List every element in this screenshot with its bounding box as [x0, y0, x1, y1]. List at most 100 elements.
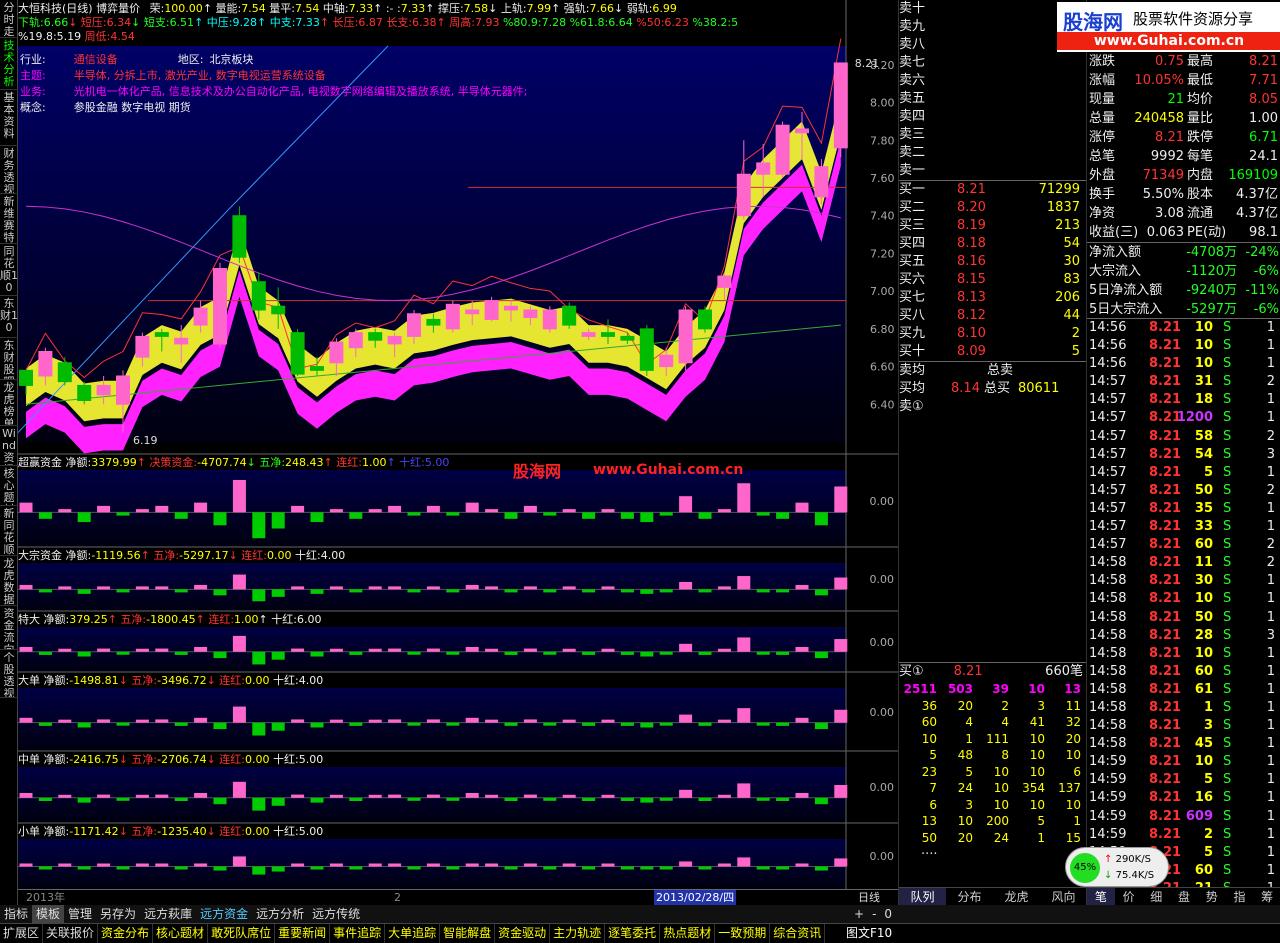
flow-bar	[523, 648, 537, 652]
buy-level-5[interactable]: 买五 8.16 30	[899, 253, 1086, 271]
buy-level-4[interactable]: 买四 8.18 54	[899, 235, 1086, 253]
quote-tab-0[interactable]: 笔	[1087, 888, 1115, 905]
flow-bar	[135, 509, 149, 513]
sell-level-6[interactable]: 卖六	[899, 72, 1086, 90]
sell-level-3[interactable]: 卖三	[899, 126, 1086, 144]
quote-tab-6[interactable]: 筹	[1253, 888, 1280, 905]
chart-tab-3[interactable]: 另存为	[96, 905, 140, 923]
buy-level-3[interactable]: 买三 8.19 213	[899, 217, 1086, 235]
flow-bar	[38, 722, 52, 726]
flow-bar	[543, 651, 557, 655]
panel5-item-5: 0.00	[245, 825, 270, 838]
bottom-link-8[interactable]: 智能解盘	[440, 924, 496, 943]
candle-body	[348, 332, 363, 349]
bottom-link-4[interactable]: 敢死队席位	[208, 924, 276, 943]
bottom-link-10[interactable]: 主力轨迹	[550, 924, 606, 943]
chart-control-0[interactable]: +	[850, 905, 868, 923]
quote-tab-5[interactable]: 指	[1225, 888, 1254, 905]
timeline[interactable]: 2013年 2 2013/02/28/四 日线	[18, 889, 898, 905]
left-tab-0[interactable]: 分时走势	[0, 0, 18, 38]
left-tab-13[interactable]: 资金流向	[0, 606, 18, 650]
chart-tab-2[interactable]: 管理	[64, 905, 96, 923]
buy-level-2[interactable]: 买二 8.20 1837	[899, 199, 1086, 217]
bottom-link-3[interactable]: 核心题材	[153, 924, 209, 943]
quote-tab-2[interactable]: 细	[1142, 888, 1171, 905]
panel2-item-0: 净额:	[43, 613, 70, 626]
buy-level-9[interactable]: 买九 8.10 2	[899, 325, 1086, 343]
high-price-label: 8.21	[855, 57, 880, 70]
bottom-link-14[interactable]: 综合资讯	[770, 924, 826, 943]
flow-bar	[349, 866, 363, 870]
bottom-link-2[interactable]: 资金分布	[98, 924, 154, 943]
bottom-link-1[interactable]: 关联报价	[43, 924, 99, 943]
f10-button[interactable]: 图文F10	[846, 924, 892, 943]
bottom-link-12[interactable]: 热点题材	[660, 924, 716, 943]
quote-tab-4[interactable]: 势	[1197, 888, 1226, 905]
bottom-link-7[interactable]: 大单追踪	[385, 924, 441, 943]
buy-level-6[interactable]: 买六 8.15 83	[899, 271, 1086, 289]
left-tab-7[interactable]: 东财股吧	[0, 338, 18, 380]
buy-level-8[interactable]: 买八 8.12 44	[899, 307, 1086, 325]
left-tab-2[interactable]: 基本资料	[0, 90, 18, 146]
flow-bar	[582, 797, 596, 801]
left-tab-5[interactable]: 同花顺10	[0, 244, 18, 296]
sell-level-5[interactable]: 卖五	[899, 90, 1086, 108]
orderbook-tab-0[interactable]: 队列	[899, 888, 946, 905]
panel3-item-2: ↓ 五净:	[118, 674, 158, 687]
left-tab-11[interactable]: 新同花顺	[0, 506, 18, 556]
quote-row: 外盘 71349 内盘 169109	[1087, 166, 1280, 185]
net-speed-widget[interactable]: 45% ↑ 290K/S ↓ 75.4K/S	[1065, 847, 1169, 887]
buy-level-1[interactable]: 买一 8.21 71299	[899, 181, 1086, 199]
left-tab-6[interactable]: 东财10	[0, 296, 18, 338]
main-chart-svg[interactable]: 8.208.007.807.607.407.207.006.806.606.40…	[18, 0, 898, 905]
flow-bar	[834, 639, 848, 652]
orderbook-tab-2[interactable]: 龙虎	[993, 888, 1040, 905]
sell-level-4[interactable]: 卖四	[899, 108, 1086, 126]
chart-tab-0[interactable]: 指标	[0, 905, 32, 923]
bottom-link-5[interactable]: 重要新闻	[275, 924, 331, 943]
chart-tab-7[interactable]: 远方传统	[308, 905, 364, 923]
left-tab-10[interactable]: 核心题材	[0, 466, 18, 506]
period-label[interactable]: 日线	[858, 890, 880, 905]
flow-bar	[465, 502, 479, 513]
sell-level-7[interactable]: 卖七	[899, 54, 1086, 72]
flow-bar	[291, 794, 305, 798]
flow-bar	[504, 797, 518, 801]
bottom-link-6[interactable]: 事件追踪	[330, 924, 386, 943]
chart-tab-6[interactable]: 远方分析	[252, 905, 308, 923]
sell-level-1[interactable]: 卖一	[899, 162, 1086, 180]
tick-volume: 10	[1194, 356, 1213, 372]
left-tab-12[interactable]: 龙虎数据	[0, 556, 18, 606]
bottom-link-9[interactable]: 资金驱动	[495, 924, 551, 943]
flow-bar	[543, 797, 557, 801]
tick-price: 8.21	[1149, 627, 1182, 643]
flow-bar	[426, 586, 440, 590]
buy-level-7[interactable]: 买七 8.13 206	[899, 289, 1086, 307]
orderbook-tab-3[interactable]: 风向	[1040, 888, 1087, 905]
left-tab-14[interactable]: 个股透视	[0, 650, 18, 698]
chart-tab-5[interactable]: 远方资金	[196, 905, 252, 923]
buy-level-10[interactable]: 买十 8.09 5	[899, 343, 1086, 361]
left-tab-1[interactable]: 技术分析	[0, 38, 18, 90]
sell-level-2[interactable]: 卖二	[899, 144, 1086, 162]
tick-row: 14:56 8.21 10 S 1	[1087, 355, 1280, 373]
left-tab-9[interactable]: Wind资讯	[0, 426, 18, 466]
left-tab-4[interactable]: 新维赛特	[0, 194, 18, 244]
flow-amount: -1120万	[1186, 264, 1237, 279]
bottom-link-0[interactable]: 扩展区	[0, 924, 44, 943]
bottom-link-11[interactable]: 逐笔委托	[605, 924, 661, 943]
chart-control-2[interactable]: 0	[880, 905, 896, 923]
business-label: 业务:	[20, 85, 46, 98]
tick-list[interactable]: 14:56 8.21 10 S 1 14:56 8.21 10 S 1 14:56 8.21 10 S 1 1…	[1087, 318, 1280, 898]
tick-time: 14:58	[1089, 736, 1127, 752]
chart-tab-1[interactable]: 模板	[32, 905, 65, 923]
left-tab-8[interactable]: 龙虎榜单	[0, 380, 18, 426]
orderbook-tab-1[interactable]: 分布	[946, 888, 993, 905]
left-tab-3[interactable]: 财务透视	[0, 146, 18, 194]
chart-tab-4[interactable]: 远方萩庫	[140, 905, 196, 923]
quote-tab-3[interactable]: 盘	[1170, 888, 1198, 905]
quote-tab-1[interactable]: 价	[1114, 888, 1143, 905]
bottom-link-13[interactable]: 一致预期	[715, 924, 771, 943]
chart-control-1[interactable]: -	[868, 905, 880, 923]
quote-value: 9992	[1150, 149, 1184, 164]
